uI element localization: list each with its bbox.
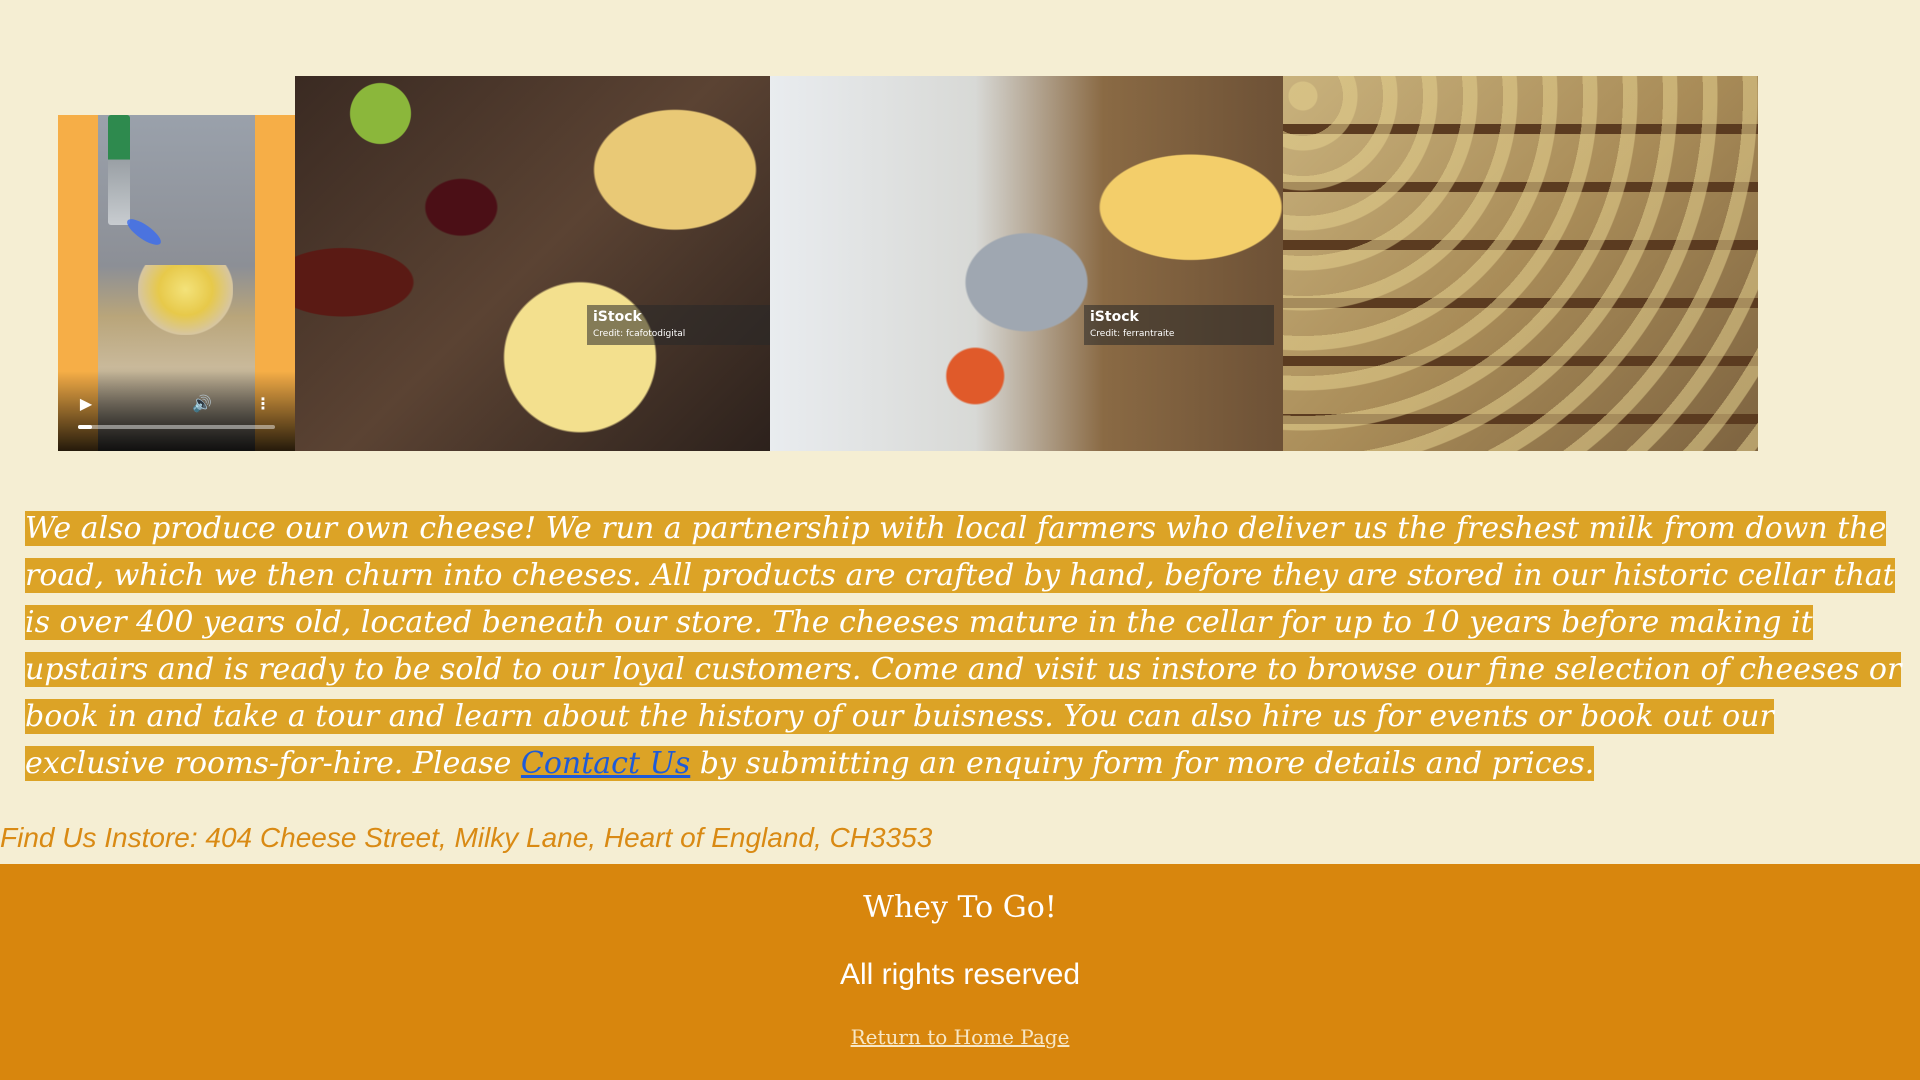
more-vertical-icon[interactable]: ⋮	[252, 393, 274, 415]
image-gallery: ▶ 🔊 ⋮ iStock Credit: fcafotodigital iSto…	[58, 76, 1758, 451]
video-player[interactable]: ▶ 🔊 ⋮	[58, 115, 295, 451]
video-controls: ▶ 🔊 ⋮	[58, 371, 295, 451]
footer-brand: Whey To Go!	[863, 890, 1057, 925]
food-image	[138, 265, 233, 335]
intro-paragraph: We also produce our own cheese! We run a…	[25, 505, 1905, 787]
intro-highlight: We also produce our own cheese! We run a…	[25, 511, 1902, 781]
cheesemonger-photo: iStock Credit: ferrantraite	[770, 76, 1283, 451]
site-footer: Whey To Go! All rights reserved Return t…	[0, 864, 1920, 1080]
volume-icon[interactable]: 🔊	[191, 393, 213, 415]
store-address: Find Us Instore: 404 Cheese Street, Milk…	[0, 822, 933, 853]
flame-image	[123, 214, 165, 250]
intro-text-end: by submitting an enquiry form for more d…	[690, 746, 1595, 781]
return-home-link[interactable]: Return to Home Page	[851, 1025, 1070, 1049]
contact-us-link[interactable]: Contact Us	[521, 746, 690, 781]
play-icon[interactable]: ▶	[75, 393, 97, 415]
home-link-wrapper: Return to Home Page	[0, 1025, 1920, 1049]
istock-watermark: iStock Credit: fcafotodigital	[587, 305, 770, 345]
footer-rights: All rights reserved	[839, 958, 1081, 991]
intro-text: We also produce our own cheese! We run a…	[25, 511, 1902, 781]
video-progress-bar[interactable]	[78, 425, 275, 429]
istock-watermark: iStock Credit: ferrantraite	[1084, 305, 1274, 345]
watermark-brand: iStock	[593, 309, 642, 325]
watermark-credit: Credit: ferrantraite	[1090, 329, 1175, 339]
cheese-board-photo: iStock Credit: fcafotodigital	[295, 76, 770, 451]
watermark-credit: Credit: fcafotodigital	[593, 329, 686, 339]
video-progress-fill	[78, 425, 92, 429]
blowtorch-image	[108, 115, 130, 225]
watermark-brand: iStock	[1090, 309, 1139, 325]
cheese-cellar-photo	[1283, 76, 1758, 451]
